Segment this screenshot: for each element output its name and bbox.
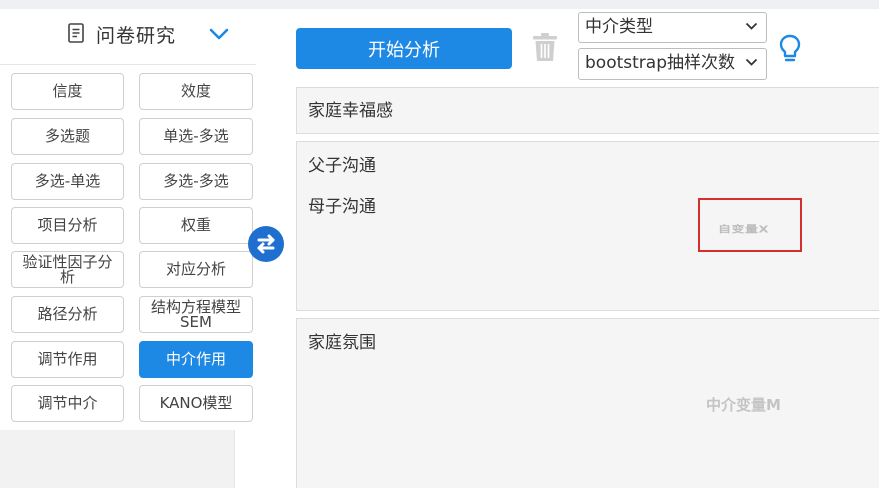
independent-variable-hint: 自变量X	[718, 224, 770, 236]
method-label: 信度	[52, 82, 83, 100]
mediator-variable-hint: 中介变量M	[706, 396, 781, 414]
method-label: 路径分析	[37, 305, 98, 323]
start-analysis-label: 开始分析	[368, 39, 440, 61]
method-button-single-multi[interactable]: 单选-多选	[139, 118, 253, 155]
mediator-variable-box[interactable]	[296, 318, 879, 488]
method-button-validity[interactable]: 效度	[139, 73, 253, 110]
document-icon	[68, 23, 84, 43]
method-button-weight[interactable]: 权重	[139, 207, 253, 244]
method-button-multi-multi[interactable]: 多选-多选	[139, 163, 253, 200]
method-label: 项目分析	[37, 216, 98, 234]
chevron-down-icon	[745, 22, 758, 30]
independent-variable-item[interactable]: 父子沟通	[308, 151, 376, 176]
panel-toggle-button[interactable]	[248, 226, 284, 262]
lightbulb-icon[interactable]	[778, 34, 802, 64]
top-strip	[0, 0, 879, 9]
method-label: 多选题	[44, 127, 90, 145]
method-label: 中介作用	[165, 350, 226, 368]
dependent-variable-item[interactable]: 家庭幸福感	[308, 96, 393, 121]
method-label-line2: 析	[59, 267, 75, 286]
method-button-correspondence[interactable]: 对应分析	[139, 251, 253, 288]
method-label: 权重	[180, 216, 211, 234]
bootstrap-select[interactable]: bootstrap抽样次数	[578, 48, 767, 80]
method-label: 单选-多选	[163, 127, 229, 145]
method-button-moderation[interactable]: 调节作用	[11, 341, 124, 378]
panel-title: 问卷研究	[96, 25, 177, 47]
start-analysis-button[interactable]: 开始分析	[296, 28, 512, 69]
method-button-item-analysis[interactable]: 项目分析	[11, 207, 124, 244]
mediation-type-value: 中介类型	[585, 17, 653, 37]
method-label: 效度	[180, 82, 211, 100]
trash-icon[interactable]	[532, 32, 558, 62]
method-button-sem[interactable]: 结构方程模型 SEM	[139, 296, 253, 333]
independent-variable-hint-highlight: 自变量X	[698, 198, 802, 252]
method-label: 多选-多选	[163, 172, 229, 190]
method-label: KANO模型	[159, 394, 233, 412]
chevron-down-icon	[745, 58, 758, 66]
method-button-mediation[interactable]: 中介作用	[139, 341, 253, 378]
chevron-down-icon[interactable]	[208, 27, 230, 41]
method-label: 对应分析	[165, 260, 226, 278]
method-button-reliability[interactable]: 信度	[11, 73, 124, 110]
panel-header: 问卷研究	[0, 9, 256, 65]
method-label: 多选-单选	[34, 172, 101, 190]
swap-arrows-icon	[257, 234, 275, 254]
method-button-moderated-mediation[interactable]: 调节中介	[11, 385, 124, 422]
method-button-multi-single[interactable]: 多选-单选	[11, 163, 124, 200]
mediator-variable-item[interactable]: 家庭氛围	[308, 328, 376, 353]
bootstrap-value: bootstrap抽样次数	[585, 53, 735, 73]
method-label: 调节作用	[37, 350, 98, 368]
method-button-cfa[interactable]: 验证性因子分 析	[11, 251, 124, 288]
method-button-path-analysis[interactable]: 路径分析	[11, 296, 124, 333]
mediation-type-select[interactable]: 中介类型	[578, 12, 767, 43]
method-label: 调节中介	[37, 394, 98, 412]
method-button-multi-choice[interactable]: 多选题	[11, 118, 124, 155]
independent-variable-item[interactable]: 母子沟通	[308, 192, 376, 217]
method-button-kano[interactable]: KANO模型	[139, 385, 253, 422]
method-label-line2: SEM	[180, 312, 212, 331]
